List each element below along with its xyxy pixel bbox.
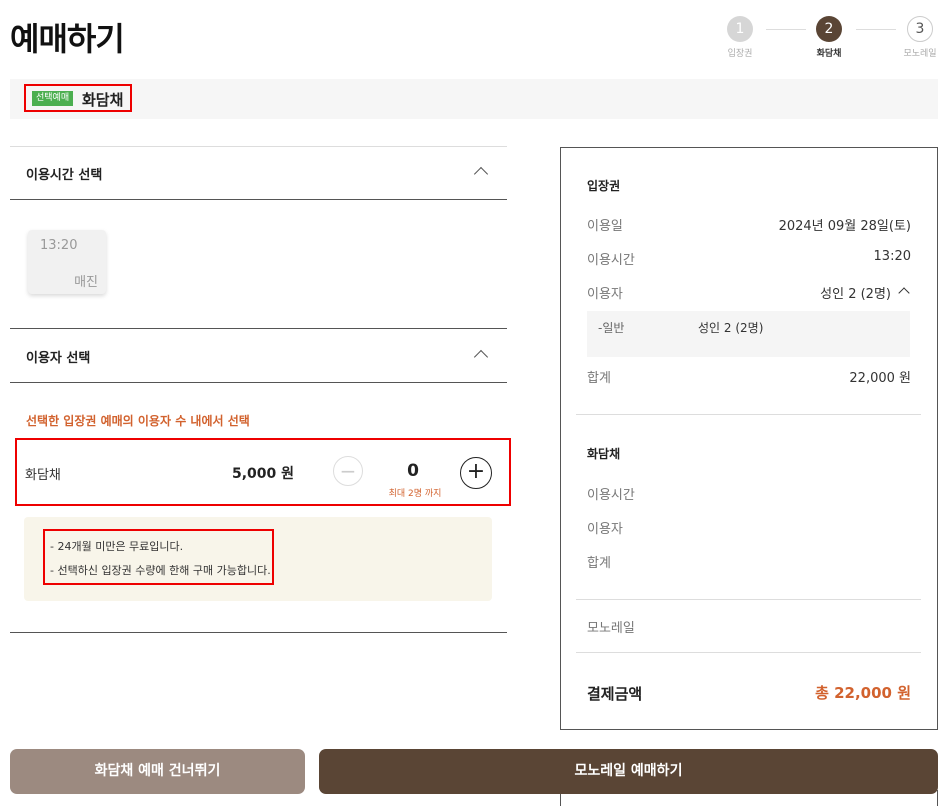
selected-name: 화담채 [82,91,124,109]
hwadam-time-label: 이용시간 [587,488,635,503]
date-value: 2024년 09월 28일(토) [778,219,911,234]
user-label: 이용자 [587,287,623,302]
total-value: 22,000 원 [849,371,911,386]
divider [10,199,507,200]
divider [10,382,507,383]
step-ticket: 1 입장권 [710,16,770,59]
ticket-header: 입장권 [587,179,621,193]
step-label: 화담채 [816,49,842,59]
selection-badge: 선택예매 [32,91,74,106]
user-value[interactable]: 성인 2 (2명) [820,283,891,302]
step-label: 입장권 [727,49,753,59]
increase-button[interactable]: + [460,457,492,489]
time-slot-time: 13:20 [40,238,78,253]
step-number: 1 [727,16,753,42]
total-label: 합계 [587,371,611,386]
page-title: 예매하기 [10,20,125,58]
payment-amount: 총 22,000 원 [815,684,911,702]
summary-panel [560,147,938,730]
breakdown-value: 성인 2 (2명) [698,321,764,335]
time-section-title[interactable]: 이용시간 선택 [26,164,102,183]
step-number: 2 [816,16,842,42]
item-price: 5,000 원 [232,466,295,482]
divider [10,146,507,147]
skip-hwadam-button[interactable]: 화담채 예매 건너뛰기 [10,749,305,794]
quantity-value: 0 [407,461,419,481]
monorail-label: 모노레일 [587,621,635,636]
time-slot-status: 매진 [74,275,98,290]
user-section-title[interactable]: 이용자 선택 [26,347,90,366]
time-label: 이용시간 [587,253,635,268]
time-slot-card[interactable]: 13:20 매진 [28,230,106,294]
hwadam-total-label: 합계 [587,556,611,571]
step-label: 모노레일 [903,49,937,59]
hwadam-user-label: 이용자 [587,522,623,537]
info-line: - 24개월 미만은 무료입니다. [50,540,184,553]
divider [576,652,921,653]
max-quantity-note: 최대 2명 까지 [388,489,442,499]
breakdown-type: -일반 [598,321,625,335]
book-monorail-button[interactable]: 모노레일 예매하기 [319,749,938,794]
step-number: 3 [907,16,933,42]
info-line: - 선택하신 입장권 수량에 한해 구매 가능합니다. [50,564,271,577]
user-limit-notice: 선택한 입장권 예매의 이용자 수 내에서 선택 [26,414,250,428]
payment-label: 결제금액 [587,685,643,703]
decrease-button[interactable]: − [333,456,363,486]
divider [576,599,921,600]
divider [576,414,921,415]
selected-banner [10,79,938,119]
chevron-up-icon[interactable] [473,349,489,365]
step-hwadam: 2 화담채 [799,16,859,59]
chevron-up-icon[interactable] [473,166,489,182]
divider [10,632,507,633]
divider [10,328,507,329]
step-monorail: 3 모노레일 [890,16,949,59]
date-label: 이용일 [587,219,623,234]
hwadam-header: 화담채 [587,447,621,461]
time-value: 13:20 [873,249,911,264]
item-name: 화담채 [25,468,61,483]
